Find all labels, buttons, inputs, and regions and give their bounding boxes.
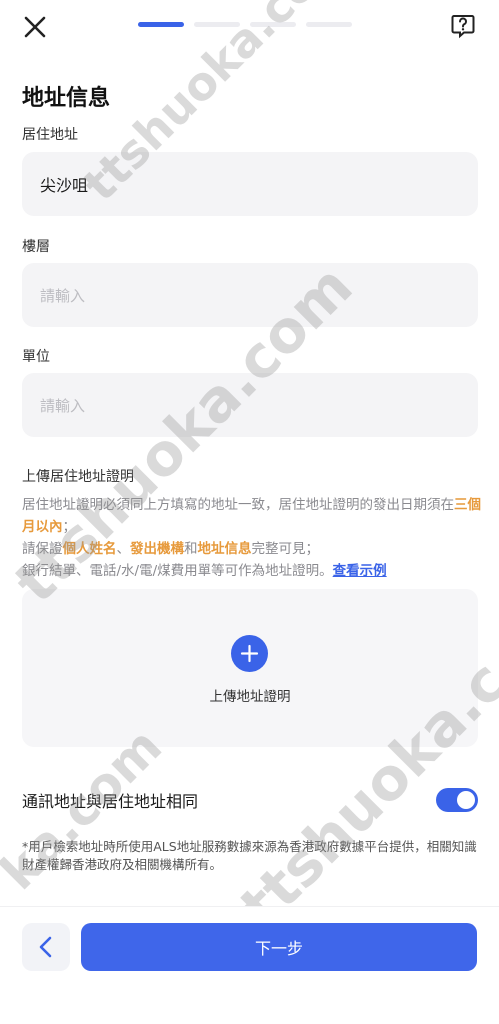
note-and: 和 [184, 541, 198, 557]
upload-button-label: 上傳地址證明 [209, 689, 291, 705]
close-button[interactable] [20, 12, 50, 42]
toggle-knob [457, 791, 475, 809]
same-address-toggle[interactable] [436, 788, 478, 812]
floor-label: 樓層 [22, 239, 50, 255]
progress-step-2 [194, 22, 240, 27]
upload-proof-title: 上傳居住地址證明 [22, 469, 134, 485]
data-source-disclaimer: *用戶檢索地址時所使用ALS地址服務數據來源為香港政府數據平台提供，相關知識財產… [22, 839, 477, 872]
residential-address-label: 居住地址 [22, 127, 78, 143]
residential-address-value: 尖沙咀 [40, 176, 89, 195]
bottom-action-bar: 下一步 [0, 906, 499, 1024]
step-progress [138, 22, 352, 27]
note-text-1: 居住地址證明必須同上方填寫的地址一致，居住地址證明的發出日期須在 [22, 497, 454, 513]
next-step-button[interactable]: 下一步 [81, 923, 477, 971]
note-text-2: 請保證 [22, 541, 63, 557]
help-button[interactable] [450, 13, 476, 39]
view-example-link[interactable]: 查看示例 [333, 563, 387, 579]
upload-button[interactable] [231, 635, 268, 672]
question-mark-icon [451, 15, 475, 39]
top-bar [0, 0, 499, 56]
progress-step-1 [138, 22, 184, 27]
same-address-row: 通訊地址與居住地址相同 [22, 786, 478, 814]
note-highlight-address: 地址信息 [197, 541, 252, 557]
progress-step-4 [306, 22, 352, 27]
close-icon [24, 16, 46, 38]
unit-input[interactable]: 請輸入 [22, 373, 478, 437]
upload-proof-note: 居住地址證明必須同上方填寫的地址一致，居住地址證明的發出日期須在三個月以內； 請… [22, 494, 482, 582]
residential-address-field[interactable]: 尖沙咀 [22, 152, 478, 216]
note-text-1-end: ； [62, 519, 77, 535]
back-button[interactable] [22, 923, 70, 971]
note-text-2-end: 完整可見； [251, 541, 320, 557]
same-address-label: 通訊地址與居住地址相同 [22, 792, 199, 811]
unit-placeholder: 請輸入 [40, 396, 86, 415]
progress-step-3 [250, 22, 296, 27]
note-text-3: 銀行結單、電話/水/電/煤費用單等可作為地址證明。 [22, 563, 333, 579]
plus-icon [240, 644, 259, 663]
note-highlight-issuer: 發出機構 [130, 541, 184, 557]
note-separator: 、 [116, 541, 131, 557]
chevron-left-icon [39, 936, 52, 958]
floor-input[interactable]: 請輸入 [22, 263, 478, 327]
upload-proof-box[interactable]: 上傳地址證明 [22, 589, 478, 747]
page-title: 地址信息 [22, 86, 111, 111]
unit-label: 單位 [22, 349, 50, 365]
floor-placeholder: 請輸入 [40, 286, 86, 305]
note-highlight-name: 個人姓名 [62, 541, 117, 557]
